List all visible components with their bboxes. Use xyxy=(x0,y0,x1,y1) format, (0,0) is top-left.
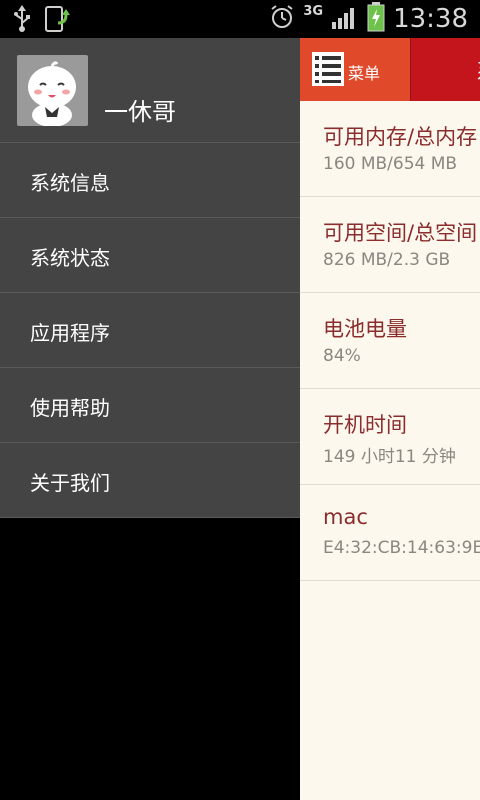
drawer-item-system-status[interactable]: 系统状态 xyxy=(0,218,300,293)
clock: 13:38 xyxy=(393,4,468,34)
drawer-item-label: 应用程序 xyxy=(30,321,110,345)
toolbar-title: 系 xyxy=(476,54,480,86)
info-title: 可用内存/总内存 xyxy=(323,125,478,149)
info-value: 160 MB/654 MB xyxy=(323,154,458,174)
menu-button-label: 菜单 xyxy=(348,64,381,83)
info-value: 149 小时11 分钟 xyxy=(323,447,456,467)
drawer-item-label: 关于我们 xyxy=(30,471,110,495)
info-value: 84% xyxy=(323,346,361,366)
avatar[interactable] xyxy=(17,55,88,126)
list-icon xyxy=(312,52,344,86)
info-row-uptime: 开机时间 149 小时11 分钟 xyxy=(300,389,480,485)
network-type: 3G xyxy=(303,3,324,19)
sync-icon xyxy=(44,5,74,37)
info-row-storage: 可用空间/总空间 826 MB/2.3 GB xyxy=(300,197,480,293)
info-row-memory: 可用内存/总内存 160 MB/654 MB xyxy=(300,101,480,197)
main-content: 菜单 系 可用内存/总内存 160 MB/654 MB 可用空间/总空间 826… xyxy=(300,38,480,800)
usb-icon xyxy=(12,5,32,37)
username: 一休哥 xyxy=(104,98,176,126)
status-bar: 3G 13:38 xyxy=(0,0,480,38)
drawer-item-about[interactable]: 关于我们 xyxy=(0,443,300,518)
drawer-item-help[interactable]: 使用帮助 xyxy=(0,368,300,443)
info-value: E4:32:CB:14:63:9E xyxy=(323,538,480,558)
alarm-icon xyxy=(269,4,295,34)
info-row-battery: 电池电量 84% xyxy=(300,293,480,389)
menu-button[interactable]: 菜单 xyxy=(300,38,411,101)
info-row-mac: mac E4:32:CB:14:63:9E xyxy=(300,485,480,581)
toolbar: 菜单 系 xyxy=(300,38,480,101)
drawer-item-system-info[interactable]: 系统信息 xyxy=(0,143,300,218)
info-title: mac xyxy=(323,505,368,529)
info-value: 826 MB/2.3 GB xyxy=(323,250,451,270)
info-title: 电池电量 xyxy=(323,317,407,341)
drawer-item-label: 系统信息 xyxy=(30,171,110,195)
drawer-item-label: 系统状态 xyxy=(30,246,110,270)
info-title: 可用空间/总空间 xyxy=(323,221,478,245)
drawer-item-applications[interactable]: 应用程序 xyxy=(0,293,300,368)
signal-icon xyxy=(331,4,359,34)
navigation-drawer: 一休哥 系统信息 系统状态 应用程序 使用帮助 关于我们 xyxy=(0,38,300,518)
drawer-item-label: 使用帮助 xyxy=(30,396,110,420)
drawer-header: 一休哥 xyxy=(0,38,300,143)
info-title: 开机时间 xyxy=(323,413,407,437)
battery-charging-icon xyxy=(367,2,385,36)
